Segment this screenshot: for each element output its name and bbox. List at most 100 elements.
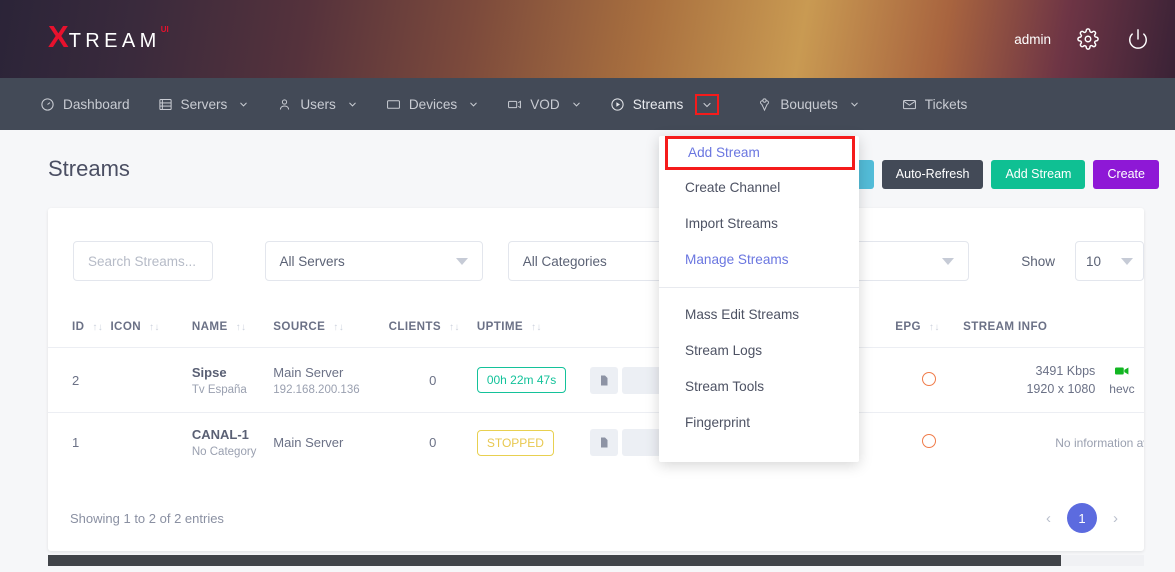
col-label: EPG: [895, 320, 921, 333]
add-stream-button[interactable]: Add Stream: [991, 160, 1086, 189]
create-button[interactable]: Create: [1093, 160, 1159, 189]
filter-row: Search Streams... All Servers All Catego…: [48, 230, 1144, 292]
dashboard-gauge-icon: [40, 97, 55, 112]
col-epg[interactable]: EPG ↑↓: [895, 308, 964, 348]
cell-uptime: 00h 22m 47s: [476, 347, 590, 413]
header-right: admin: [1014, 26, 1151, 52]
chevron-down-icon[interactable]: [238, 99, 249, 110]
table-header-row: ID ↑↓ ICON ↑↓ NAME ↑↓ SOURCE ↑↓ CLIENTS ↑↓ UP…: [48, 308, 1144, 348]
nav-item-dashboard[interactable]: Dashboard: [40, 78, 130, 130]
page-size-select[interactable]: 10: [1075, 241, 1144, 281]
logo-superscript: UI: [160, 25, 169, 34]
cell-icon: [110, 347, 192, 413]
col-name[interactable]: NAME ↑↓: [191, 308, 274, 348]
sort-icon: ↑↓: [92, 322, 104, 333]
table-row[interactable]: 2 Sipse Tv España Main Server 192.168.20…: [48, 347, 1144, 413]
menu-item-create-channel[interactable]: Create Channel: [659, 170, 859, 206]
nav-item-users[interactable]: Users: [277, 78, 358, 130]
cell-clients: 0: [429, 435, 437, 450]
sort-icon: ↑↓: [333, 322, 345, 333]
cell-epg: [895, 347, 964, 413]
nav-label: Streams: [632, 96, 684, 112]
power-icon[interactable]: [1125, 26, 1151, 52]
chevron-down-icon[interactable]: [571, 99, 582, 110]
show-label: Show: [1021, 253, 1055, 269]
cell-stream-info: 3491 Kbps 1920 x 1080 hevc: [963, 347, 1144, 413]
streams-table: ID ↑↓ ICON ↑↓ NAME ↑↓ SOURCE ↑↓ CLIENTS ↑↓ UP…: [48, 308, 1144, 472]
stream-category: Tv España: [191, 383, 247, 396]
resolution: 1920 x 1080: [1026, 382, 1096, 396]
server-filter-select[interactable]: All Servers: [264, 241, 483, 281]
nav-item-vod[interactable]: VOD: [507, 78, 581, 130]
pagination-next[interactable]: ›: [1109, 510, 1122, 527]
chevron-down-icon: [1121, 257, 1133, 265]
menu-item-import-streams[interactable]: Import Streams: [659, 206, 859, 242]
menu-item-fingerprint[interactable]: Fingerprint: [659, 405, 859, 441]
bouquet-flower-icon: [757, 97, 772, 112]
col-source[interactable]: SOURCE ↑↓: [273, 308, 389, 348]
col-uptime[interactable]: UPTIME ↑↓: [476, 308, 590, 348]
nav-item-servers[interactable]: Servers: [158, 78, 250, 130]
envelope-icon: [902, 97, 917, 112]
chevron-down-icon[interactable]: [849, 99, 860, 110]
table-body: 2 Sipse Tv España Main Server 192.168.20…: [48, 347, 1144, 473]
col-icon[interactable]: ICON ↑↓: [110, 308, 192, 348]
cell-id: 1: [72, 435, 80, 450]
pagination-page-1[interactable]: 1: [1067, 503, 1097, 533]
search-input[interactable]: Search Streams...: [73, 241, 213, 281]
logo-text: TREAM: [68, 30, 161, 52]
horizontal-scrollbar[interactable]: [48, 555, 1144, 566]
cell-clients: 0: [388, 347, 477, 413]
bitrate: 3491 Kbps: [1035, 364, 1096, 378]
cell-stream-info: No information availa: [963, 413, 1144, 473]
nav-item-tickets[interactable]: Tickets: [902, 78, 967, 130]
epg-circle-icon: [922, 434, 937, 448]
stream-info-group: 3491 Kbps 1920 x 1080 hevc: [963, 362, 1144, 398]
cell-name: CANAL-1 No Category: [192, 413, 273, 473]
nav-item-bouquets[interactable]: Bouquets: [757, 78, 859, 130]
col-clients[interactable]: CLIENTS ↑↓: [388, 308, 477, 348]
chevron-down-icon[interactable]: [695, 94, 720, 115]
nav-label: Dashboard: [63, 96, 130, 112]
auto-refresh-button[interactable]: Auto-Refresh: [881, 160, 984, 189]
pagination-prev[interactable]: ‹: [1042, 510, 1055, 527]
menu-item-add-stream[interactable]: Add Stream: [665, 136, 855, 170]
menu-item-stream-logs[interactable]: Stream Logs: [659, 333, 859, 369]
menu-item-manage-streams[interactable]: Manage Streams: [659, 242, 859, 278]
col-label: STREAM INFO: [963, 320, 1048, 333]
app-root: X TREAM UI admin Dashboard Servers Users…: [0, 0, 1175, 572]
chevron-down-icon[interactable]: [347, 99, 358, 110]
source-server: Main Server: [273, 435, 344, 450]
table-row[interactable]: 1 CANAL-1 No Category Main Server 0 STOP…: [48, 413, 1144, 473]
col-label: NAME: [191, 320, 228, 333]
brand-bar: X TREAM UI admin: [0, 0, 1175, 78]
chevron-down-icon: [942, 257, 955, 265]
nav-item-streams[interactable]: Streams: [610, 78, 720, 130]
card-footer: Showing 1 to 2 of 2 entries ‹ 1 ›: [48, 503, 1144, 533]
nav-label: Servers: [180, 96, 228, 112]
file-icon-button[interactable]: [589, 429, 618, 456]
menu-item-mass-edit-streams[interactable]: Mass Edit Streams: [659, 297, 859, 333]
scrollbar-thumb[interactable]: [48, 555, 1061, 566]
bitrate-block: 3491 Kbps 1920 x 1080: [1026, 362, 1095, 398]
device-icon: [386, 97, 401, 112]
cell-source: Main Server: [273, 413, 388, 473]
page-title: Streams: [48, 156, 130, 181]
col-id[interactable]: ID ↑↓: [48, 308, 111, 348]
nav-item-devices[interactable]: Devices: [386, 78, 479, 130]
file-icon-button[interactable]: [589, 366, 618, 394]
menu-divider: [659, 287, 859, 288]
chevron-down-icon[interactable]: [468, 99, 479, 110]
menu-item-stream-tools[interactable]: Stream Tools: [659, 369, 859, 405]
cell-uptime: STOPPED: [476, 413, 590, 473]
video-camera-icon: [507, 97, 522, 112]
gear-icon[interactable]: [1075, 26, 1101, 52]
video-codec-block: hevc: [1109, 365, 1135, 396]
video-camera-icon: [1109, 365, 1134, 379]
sort-icon: ↑↓: [235, 322, 247, 333]
server-icon: [158, 97, 173, 112]
logo[interactable]: X TREAM UI: [48, 21, 169, 56]
uptime-badge: STOPPED: [476, 429, 554, 456]
uptime-badge: 00h 22m 47s: [476, 367, 567, 393]
sort-icon: ↑↓: [531, 322, 542, 333]
